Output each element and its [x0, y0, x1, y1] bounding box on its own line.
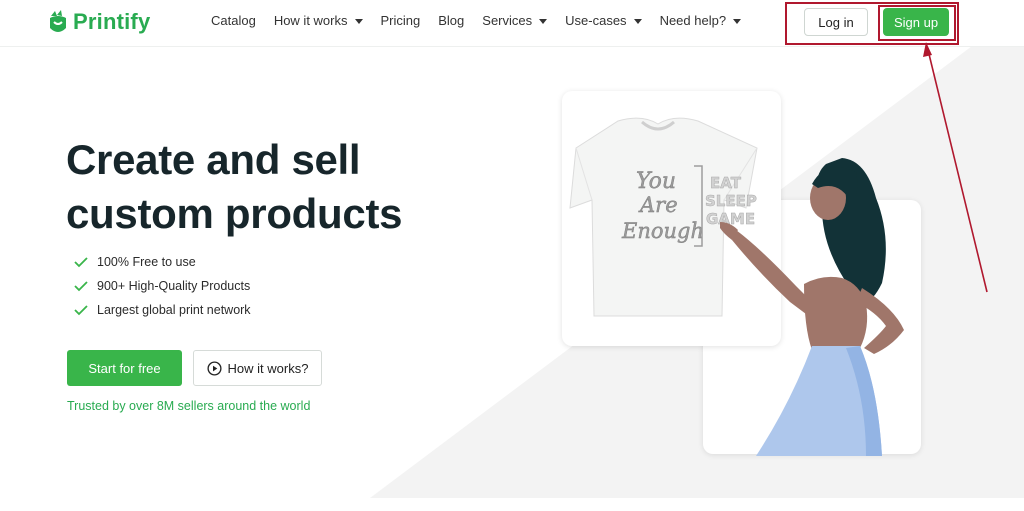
nav-item-how-it-works[interactable]: How it works	[274, 13, 363, 28]
print-text-sleep: SLEEP	[705, 192, 757, 210]
chevron-down-icon	[539, 19, 548, 24]
nav-label: Services	[482, 13, 533, 28]
print-text-you: You	[636, 169, 676, 194]
check-icon	[74, 281, 88, 292]
trusted-by-text: Trusted by over 8M sellers around the wo…	[67, 399, 311, 413]
list-item: 900+ High-Quality Products	[74, 274, 251, 298]
hero-title: Create and sell custom products	[66, 133, 403, 241]
printify-logo-icon	[50, 10, 66, 32]
nav-item-use-cases[interactable]: Use-cases	[565, 13, 642, 28]
start-for-free-button[interactable]: Start for free	[67, 350, 182, 386]
nav-label: Use-cases	[565, 13, 627, 28]
print-text-are: Are	[638, 193, 678, 217]
list-item: 100% Free to use	[74, 250, 251, 274]
nav-item-pricing[interactable]: Pricing	[381, 13, 421, 28]
feature-list: 100% Free to use 900+ High-Quality Produ…	[74, 250, 251, 322]
chevron-down-icon	[733, 19, 742, 24]
nav-item-catalog[interactable]: Catalog	[211, 13, 256, 28]
check-icon	[74, 257, 88, 268]
nav-item-need-help[interactable]: Need help?	[660, 13, 742, 28]
feature-text: Largest global print network	[97, 303, 251, 317]
print-text-enough: Enough	[621, 219, 704, 243]
hero-illustration: You Are Enough EAT SLEEP GAME	[569, 117, 904, 456]
nav-label: Pricing	[380, 13, 421, 28]
main-nav: Catalog How it works Pricing Blog Servic…	[211, 13, 759, 28]
hero-title-line-1: Create and sell	[66, 136, 361, 183]
nav-label: Catalog	[211, 13, 256, 28]
hero-title-line-2: custom products	[66, 190, 403, 237]
list-item: Largest global print network	[74, 298, 251, 322]
nav-label: Blog	[438, 13, 465, 28]
nav-item-services[interactable]: Services	[482, 13, 548, 28]
nav-label: How it works	[273, 13, 348, 28]
chevron-down-icon	[633, 19, 642, 24]
play-icon	[206, 360, 222, 376]
nav-label: Need help?	[659, 13, 727, 28]
print-text-eat: EAT	[710, 174, 742, 192]
brand-name: Printify	[73, 9, 151, 34]
nav-item-blog[interactable]: Blog	[438, 13, 464, 28]
feature-text: 900+ High-Quality Products	[97, 279, 251, 293]
brand-logo[interactable]: Printify	[48, 8, 150, 36]
check-icon	[74, 305, 88, 316]
annotation-highlight-box-inner	[878, 5, 956, 41]
chevron-down-icon	[354, 19, 363, 24]
how-it-works-label: How it works?	[227, 360, 309, 376]
how-it-works-button[interactable]: How it works?	[193, 350, 322, 386]
tshirt-image: You Are Enough EAT SLEEP GAME	[569, 117, 758, 317]
feature-text: 100% Free to use	[97, 255, 196, 269]
